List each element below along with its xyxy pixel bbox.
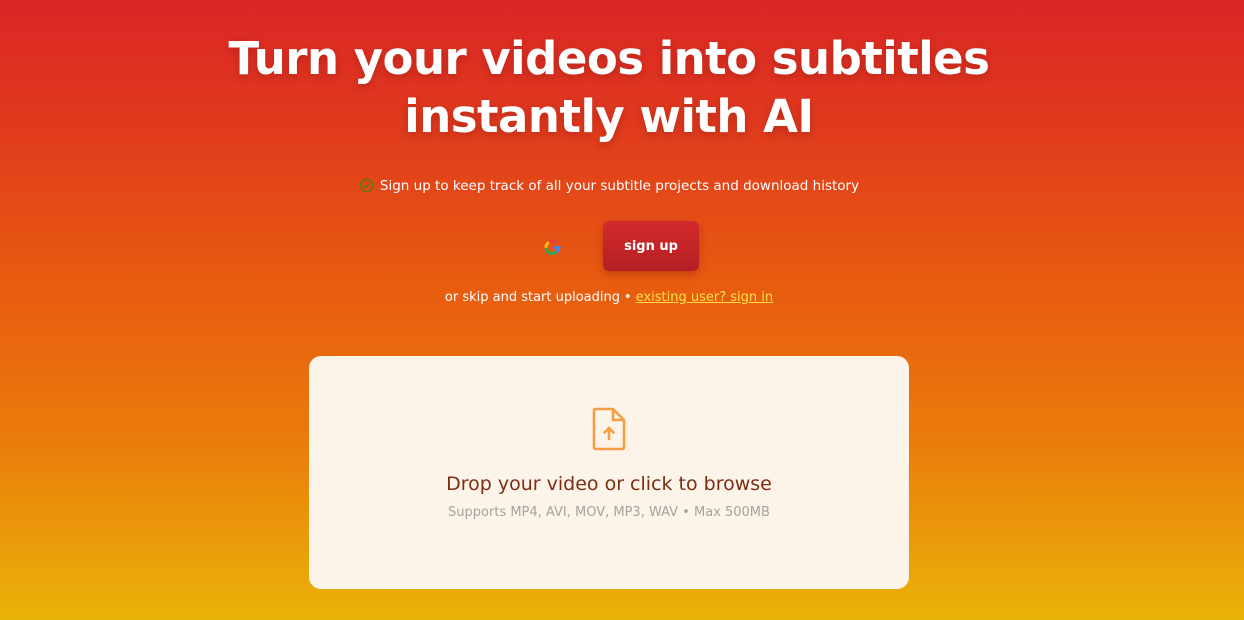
video-dropzone[interactable]: Drop your video or click to browse Suppo…: [309, 356, 909, 589]
skip-upload-text: or skip and start uploading: [444, 290, 620, 305]
check-circle-icon: [359, 178, 374, 199]
hero-title-line-2: instantly with AI: [404, 90, 814, 143]
hero-title: Turn your videos into subtitles instantl…: [0, 30, 1218, 146]
sign-up-button[interactable]: sign up: [603, 221, 699, 271]
file-upload-icon: [591, 406, 627, 452]
hero-title-line-1: Turn your videos into subtitles: [228, 32, 990, 85]
signup-benefit-text: Sign up to keep track of all your subtit…: [379, 178, 860, 194]
separator-dot: •: [624, 290, 632, 305]
google-icon[interactable]: [543, 239, 563, 256]
signup-benefit: Sign up to keep track of all your subtit…: [0, 176, 1218, 199]
dropzone-title: Drop your video or click to browse: [446, 473, 772, 495]
existing-user-sign-in-link[interactable]: existing user? sign in: [636, 290, 773, 305]
dropzone-supported-formats: Supports MP4, AVI, MOV, MP3, WAV • Max 5…: [448, 505, 770, 520]
skip-row: or skip and start uploading • existing use…: [0, 289, 1218, 307]
